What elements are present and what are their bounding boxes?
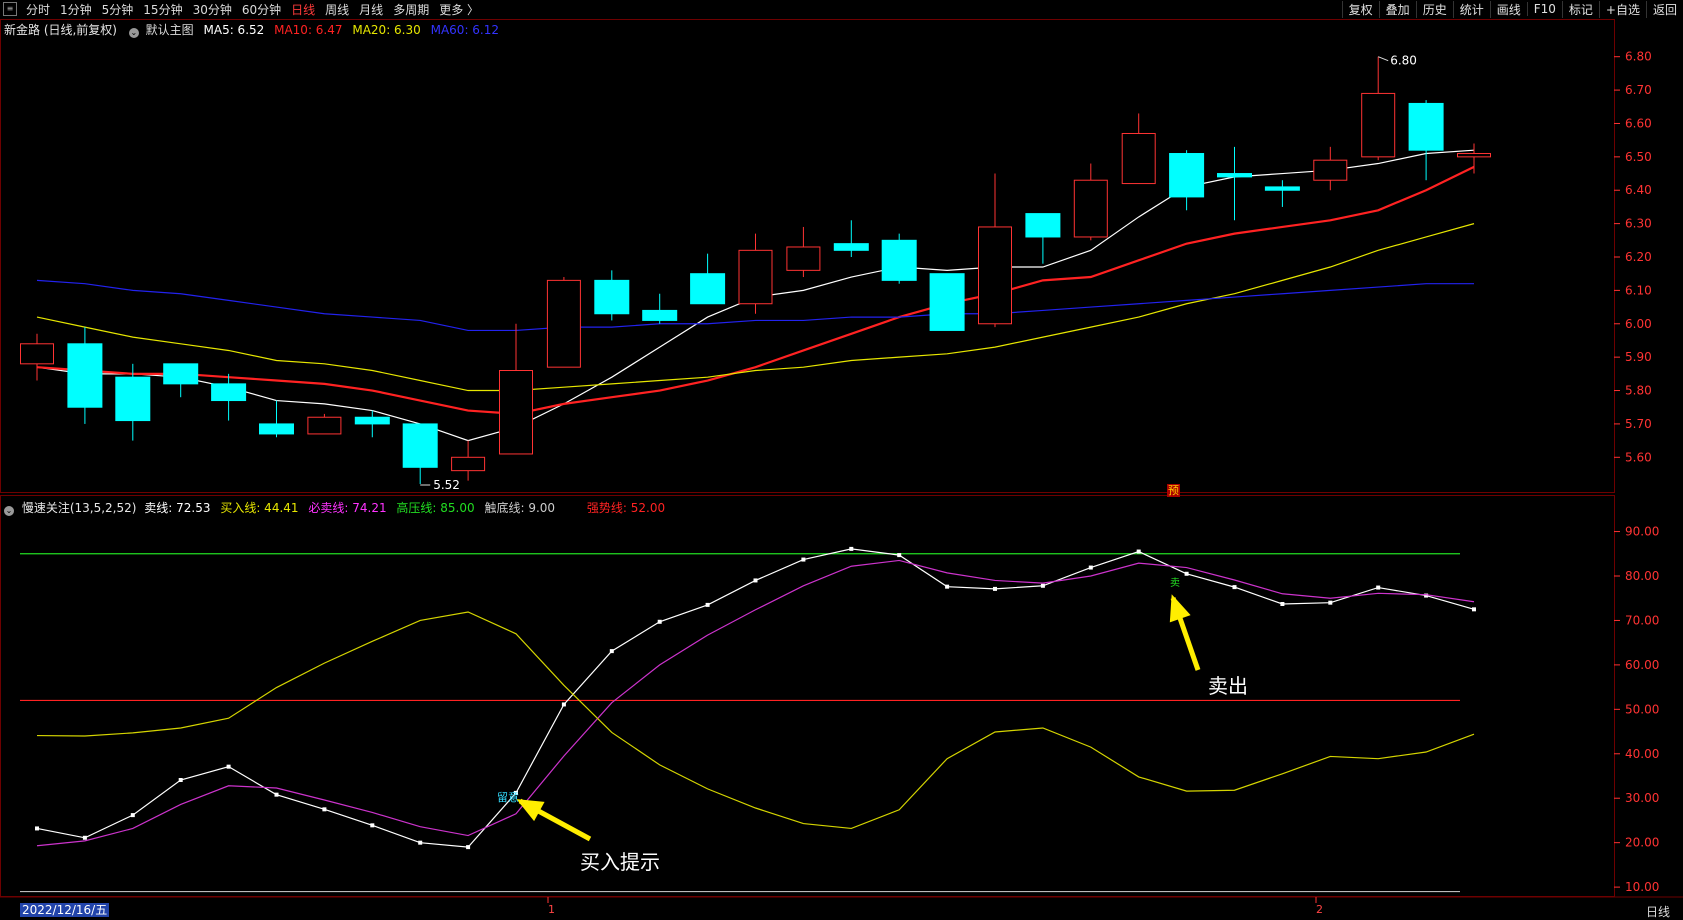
candle-body-28 xyxy=(1361,92,1396,158)
max-price-label: 6.80 xyxy=(1390,54,1417,68)
sell-line-point-2 xyxy=(130,813,135,818)
candle-body-9 xyxy=(451,456,486,472)
main-ytick-label-7: 6.30 xyxy=(1625,217,1652,231)
main-ytick-label-12: 6.80 xyxy=(1625,50,1652,64)
sell-line-point-3 xyxy=(178,778,183,782)
sell-line-point-15 xyxy=(753,578,758,583)
sell-line-point-28 xyxy=(1376,585,1381,590)
sell-annotation: 卖出 xyxy=(1208,674,1248,698)
main-ytick-label-1: 5.70 xyxy=(1625,417,1652,431)
candle-body-22 xyxy=(1073,179,1108,238)
main-ytick-label-4: 6.00 xyxy=(1625,317,1652,331)
sell-line-point-21 xyxy=(1040,583,1045,588)
candle-body-21 xyxy=(1025,213,1061,238)
candle-body-2 xyxy=(115,376,151,422)
candle-body-19 xyxy=(929,273,965,331)
sell-line-point-17 xyxy=(849,546,854,551)
sell-line-point-25 xyxy=(1232,585,1237,590)
sell-line-point-22 xyxy=(1088,565,1093,570)
month-tick-1: 1 xyxy=(548,903,555,916)
sub-ytick-label-5: 60.00 xyxy=(1625,658,1659,672)
buy-hint-annotation: 买入提示 xyxy=(580,850,660,874)
indicator-line-2 xyxy=(36,611,1475,830)
sell-line-point-11 xyxy=(561,702,566,707)
candle-body-5 xyxy=(259,423,294,435)
sub-ytick-label-8: 90.00 xyxy=(1625,525,1659,539)
main-ytick-label-8: 6.40 xyxy=(1625,183,1652,197)
candle-body-29 xyxy=(1408,102,1444,151)
candlestick-chart[interactable]: 5.60 5.70 5.80 5.90 6.00 6.10 6.20 6.30 6.40 6.50… xyxy=(0,0,1683,918)
main-ytick-label-11: 6.70 xyxy=(1625,83,1652,97)
sell-line-point-6 xyxy=(322,807,327,812)
candle-body-11 xyxy=(546,279,581,368)
candle-body-3 xyxy=(163,363,199,385)
attention-marker: 留意 xyxy=(497,791,519,804)
candle-body-7 xyxy=(354,416,390,425)
main-ytick-label-6: 6.20 xyxy=(1625,250,1652,264)
candle-body-18 xyxy=(881,239,917,281)
candle-body-23 xyxy=(1121,132,1156,185)
main-ytick-label-0: 5.60 xyxy=(1625,450,1652,464)
sell-line-point-19 xyxy=(945,584,950,589)
sell-line-point-27 xyxy=(1328,600,1333,605)
candle-body-8 xyxy=(402,423,438,468)
sub-ytick-label-2: 30.00 xyxy=(1625,791,1659,805)
sub-ytick-label-7: 80.00 xyxy=(1625,569,1659,583)
sell-line-point-23 xyxy=(1136,549,1141,554)
candle-body-14 xyxy=(690,273,726,305)
candle-body-10 xyxy=(499,370,533,455)
indicator-line-0 xyxy=(36,548,1475,848)
candle-body-4 xyxy=(211,383,247,402)
candle-body-0 xyxy=(20,343,54,365)
sell-line-point-5 xyxy=(274,792,279,797)
sub-panel-frame xyxy=(0,495,1615,897)
sell-line-point-16 xyxy=(801,557,806,562)
candle-body-30 xyxy=(1457,153,1491,158)
candle-body-15 xyxy=(738,249,773,305)
sub-ytick-label-1: 20.00 xyxy=(1625,836,1659,850)
sell-line-point-4 xyxy=(226,764,231,769)
main-ytick-label-9: 6.50 xyxy=(1625,150,1652,164)
sub-ytick-label-3: 40.00 xyxy=(1625,747,1659,761)
forecast-marker: 预 xyxy=(1167,484,1180,497)
date-cursor-label: 2022/12/16/五 xyxy=(20,903,110,917)
candle-body-25 xyxy=(1217,173,1252,178)
sell-line-point-0 xyxy=(35,826,39,831)
sell-line-point-18 xyxy=(897,553,902,558)
sell-flag-marker: 卖 xyxy=(1170,578,1180,589)
sell-line-point-9 xyxy=(466,845,471,850)
sell-line-point-1 xyxy=(82,835,87,840)
sub-ytick-label-6: 70.00 xyxy=(1625,613,1659,627)
min-price-label: 5.52 xyxy=(433,478,460,492)
sell-line-point-30 xyxy=(1472,607,1476,612)
sell-arrow-head xyxy=(1169,594,1191,623)
candle-body-12 xyxy=(594,279,630,315)
candle-body-20 xyxy=(978,226,1012,325)
candle-body-24 xyxy=(1169,153,1205,198)
max-price-pointer xyxy=(1378,56,1389,62)
candle-body-16 xyxy=(786,246,821,271)
candle-body-1 xyxy=(67,343,103,408)
main-ytick-label-3: 5.90 xyxy=(1625,350,1652,364)
candle-body-27 xyxy=(1313,159,1348,181)
candle-body-13 xyxy=(642,309,678,321)
sell-line-point-24 xyxy=(1184,571,1189,576)
period-label: 日线 xyxy=(1646,905,1671,919)
main-ytick-label-2: 5.80 xyxy=(1625,384,1652,398)
sell-line-point-20 xyxy=(993,586,997,591)
candle-body-6 xyxy=(307,416,342,435)
sell-line-point-14 xyxy=(705,602,710,607)
month-tick-2: 2 xyxy=(1316,903,1323,916)
main-ytick-label-5: 6.10 xyxy=(1625,283,1652,297)
sub-ytick-label-4: 50.00 xyxy=(1625,702,1659,716)
sell-line-point-7 xyxy=(370,823,375,828)
main-ytick-label-10: 6.60 xyxy=(1625,116,1652,130)
sell-line-point-26 xyxy=(1280,602,1285,606)
candle-body-26 xyxy=(1264,186,1300,191)
candle-body-17 xyxy=(833,243,869,251)
sell-line-point-8 xyxy=(418,840,423,845)
sub-ytick-label-0: 10.00 xyxy=(1625,880,1659,894)
sell-line-point-13 xyxy=(657,619,662,624)
sell-line-point-12 xyxy=(609,649,614,654)
